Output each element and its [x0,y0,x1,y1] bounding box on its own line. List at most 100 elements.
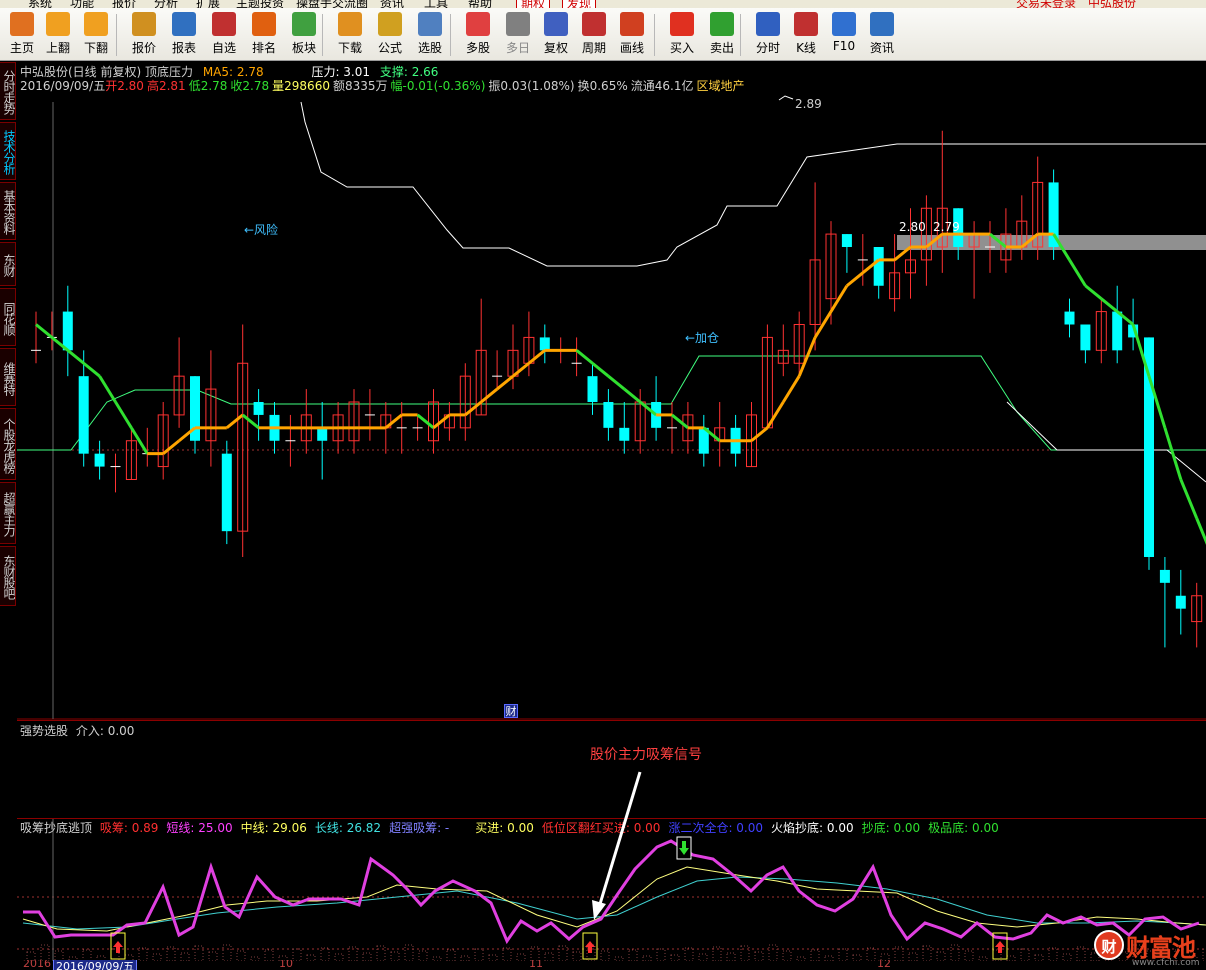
toolbar-button-f8[interactable]: 周期 [574,10,614,60]
candle [46,311,57,351]
formula-icon [378,12,402,36]
finance-event-badge[interactable]: 财 [504,704,518,718]
menu-discover[interactable]: 发现 [562,0,597,8]
ma5-segment [1068,259,1087,287]
quote-open: 开2.80 [105,79,144,93]
candle [443,402,455,441]
candle [571,337,582,377]
candle-body-down [1159,569,1170,583]
candle [348,389,360,454]
menu-theme-invest[interactable]: 主题投资 [236,0,284,8]
left-tab-3[interactable]: 东财10 [0,242,16,286]
signal-annotation-text: 股价主力吸筹信号 [590,747,702,763]
accumulation-bar [376,945,386,961]
menu-function[interactable]: 功能 [70,0,94,8]
candle [985,221,995,273]
toolbar-button-label: 报价 [131,41,156,55]
toolbar-button-label: 买入 [669,41,694,55]
left-tab-1[interactable]: 技术分析 [0,122,16,180]
toolbar-button-label: 卖出 [709,41,734,55]
toolbar-button-label: 主页 [9,41,34,55]
toolbar-button-download[interactable]: 下载 [330,10,370,60]
candle [761,324,773,429]
indicator1-header: 强势选股 介入: 0.00 [20,722,134,739]
menu-quote[interactable]: 报价 [112,0,136,8]
toolbar-button-report[interactable]: 报表 [164,10,204,60]
accumulation-bar [922,945,932,961]
candle [587,363,598,415]
quote-sector[interactable]: 区域地产 [696,79,744,93]
toolbar-button-formula[interactable]: 公式 [370,10,410,60]
left-tab-6[interactable]: 个股龙虎榜 [0,408,16,480]
trade-login-status[interactable]: 交易未登录 [1016,0,1076,8]
toolbar-button-sell[interactable]: 卖出 [702,10,742,60]
ma5-segment [162,439,181,455]
candle [936,130,948,273]
multi-stock-icon [466,12,490,36]
date-label-oct: 10 [279,960,293,970]
menu-news[interactable]: 资讯 [380,0,404,8]
toolbar-button-draw-line[interactable]: 画线 [612,10,652,60]
candle [173,337,185,428]
candle [1175,569,1186,635]
menu-trader-circle[interactable]: 操盘手交流圈 [296,0,368,8]
date-label-dec: 12 [877,960,891,970]
toolbar-button-blocks[interactable]: 板块 [284,10,324,60]
add-position-annotation: ←加仓 [685,331,720,345]
blocks-icon [292,12,316,36]
ma5-segment [623,387,642,404]
up-arrow-icon [995,941,1005,953]
toolbar-button-f6[interactable]: 自选 [204,10,244,60]
candle [1016,195,1028,260]
indicator2-header: 吸筹抄底逃顶 吸筹: 0.89 短线: 25.00 中线: 29.06 长线: 26.… [20,819,1007,836]
indicator-strong-stock-panel[interactable]: 强势选股 介入: 0.00 股价主力吸筹信号 [17,720,1206,818]
candle-body-down [253,402,264,415]
accumulation-bar [768,944,778,961]
ma5-segment [384,413,403,429]
quote-volume: 量298660 [272,79,330,93]
left-tab-7[interactable]: 超赢主力 [0,482,16,544]
toolbar-button-clock[interactable]: 多日 [498,10,538,60]
candle [603,389,614,441]
left-tab-5[interactable]: 维赛特10 [0,348,16,406]
left-tab-0[interactable]: 分时走势 [0,62,16,120]
menu-extend[interactable]: 扩展 [196,0,220,8]
toolbar-button-adjust[interactable]: 复权 [536,10,576,60]
ma5-segment [82,362,101,378]
up-arrow-icon [113,941,123,953]
toolbar-button-rank[interactable]: 排名 [244,10,284,60]
menu-analysis[interactable]: 分析 [154,0,178,8]
ma5-segment [1163,427,1183,480]
menu-help[interactable]: 帮助 [468,0,492,8]
toolbar-button-stockpick[interactable]: 选股 [410,10,450,60]
toolbar-button-f10[interactable]: F10 [824,10,864,60]
candle [809,182,821,351]
indicator-accumulation-panel[interactable]: 吸筹抄底逃顶 吸筹: 0.89 短线: 25.00 中线: 29.06 长线: 26.… [17,818,1206,961]
toolbar-button-down-arrow[interactable]: 下翻 [76,10,116,60]
indicator2-canvas[interactable] [17,819,1206,961]
buy-icon [670,12,694,36]
menu-tools[interactable]: 工具 [424,0,448,8]
candle [1048,169,1059,260]
kline-canvas[interactable] [17,62,1206,720]
menu-options[interactable]: 期权 [516,0,551,8]
toolbar-button-news[interactable]: 资讯 [862,10,902,60]
left-tab-4[interactable]: 同花顺10 [0,288,16,346]
watermark-logo: 财 财富池 www.cfchi.com [1092,924,1206,970]
indicator2-item-9: 抄底: 0.00 [861,821,921,835]
candle-body-down [1144,337,1154,557]
buy-signal-marker [110,932,126,960]
toolbar-button-label: 选股 [417,41,442,55]
toolbar-button-up-arrow[interactable]: 上翻 [38,10,78,60]
toolbar-button-home[interactable]: 主页 [2,10,42,60]
ma5-segment [432,413,451,429]
toolbar-button-multi-stock[interactable]: 多股 [458,10,498,60]
toolbar-button-buy[interactable]: 买入 [662,10,702,60]
toolbar-button-kline[interactable]: K线 [786,10,826,60]
menu-system[interactable]: 系统 [28,0,52,8]
toolbar-button-yen[interactable]: 报价 [124,10,164,60]
toolbar-button-intraday[interactable]: 分时 [748,10,788,60]
left-tab-8[interactable]: 东财股吧 [0,546,16,606]
main-kline-chart[interactable]: 中弘股份(日线 前复权) 顶底压力 MA5: 2.78 压力: 3.01 支撑:… [17,62,1206,720]
left-tab-2[interactable]: 基本资料 [0,182,16,240]
